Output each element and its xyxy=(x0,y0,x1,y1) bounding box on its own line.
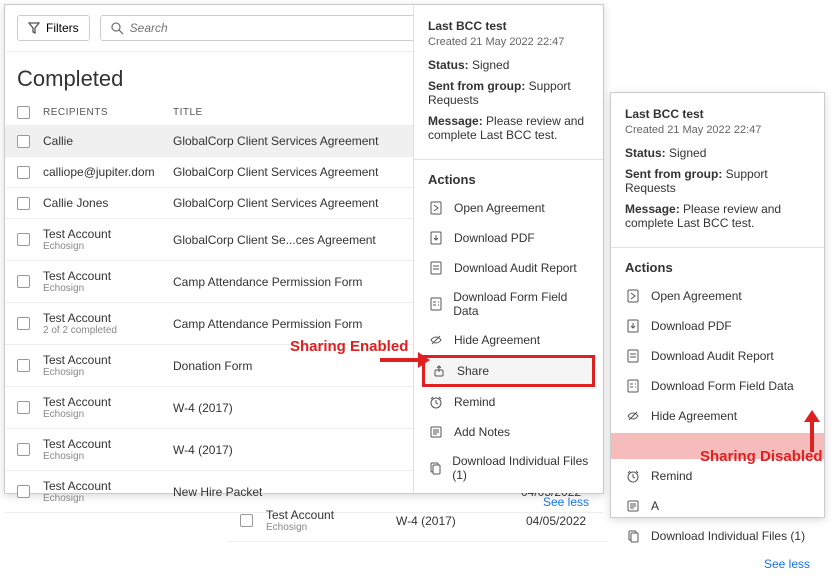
search-icon xyxy=(111,22,124,35)
created-date: Created 21 May 2022 22:47 xyxy=(625,124,810,136)
hide-icon xyxy=(428,332,444,348)
files-icon xyxy=(625,528,641,544)
download-pdf-icon xyxy=(625,318,641,334)
context-header: Last BCC test Created 21 May 2022 22:47 … xyxy=(414,5,603,160)
actions-heading: Actions xyxy=(611,248,824,281)
row-checkbox[interactable] xyxy=(17,197,30,210)
audit-report-icon xyxy=(428,260,444,276)
remind-icon xyxy=(428,394,444,410)
action-open[interactable]: Open Agreement xyxy=(611,281,824,311)
action-remind[interactable]: Remind xyxy=(611,461,824,491)
context-panel-enabled: Last BCC test Created 21 May 2022 22:47 … xyxy=(413,5,603,493)
row-checkbox[interactable] xyxy=(17,233,30,246)
action-download-files[interactable]: Download Individual Files (1) xyxy=(611,521,824,551)
arrow-up-icon xyxy=(800,410,824,452)
open-agreement-icon xyxy=(625,288,641,304)
download-pdf-icon xyxy=(428,230,444,246)
remind-icon xyxy=(625,468,641,484)
row-checkbox[interactable] xyxy=(17,135,30,148)
open-agreement-icon xyxy=(428,200,444,216)
agreement-title: Last BCC test xyxy=(625,107,810,121)
see-less-link[interactable]: See less xyxy=(611,551,824,577)
select-all-checkbox[interactable] xyxy=(17,106,30,119)
form-data-icon xyxy=(625,378,641,394)
share-icon xyxy=(431,363,447,379)
action-download-pdf[interactable]: Download PDF xyxy=(414,223,603,253)
audit-report-icon xyxy=(625,348,641,364)
row-checkbox[interactable] xyxy=(17,359,30,372)
row-checkbox[interactable] xyxy=(17,401,30,414)
col-recipients[interactable]: RECIPIENTS xyxy=(43,107,173,118)
action-open[interactable]: Open Agreement xyxy=(414,193,603,223)
action-hide[interactable]: Hide Agreement xyxy=(414,325,603,355)
action-download-audit[interactable]: Download Audit Report xyxy=(414,253,603,283)
filters-label: Filters xyxy=(46,21,79,35)
files-icon xyxy=(428,460,442,476)
row-checkbox[interactable] xyxy=(17,443,30,456)
action-hide[interactable]: Hide Agreement xyxy=(611,401,824,431)
notes-icon xyxy=(428,424,444,440)
hide-icon xyxy=(625,408,641,424)
row-checkbox[interactable] xyxy=(17,485,30,498)
notes-icon xyxy=(625,498,641,514)
action-add-notes[interactable]: Add Notes xyxy=(414,417,603,447)
action-remind[interactable]: Remind xyxy=(414,387,603,417)
row-checkbox[interactable] xyxy=(17,166,30,179)
action-share[interactable]: Share xyxy=(422,355,595,387)
action-download-form-data[interactable]: Download Form Field Data xyxy=(414,283,603,325)
context-header: Last BCC test Created 21 May 2022 22:47 … xyxy=(611,93,824,248)
agreement-title: Last BCC test xyxy=(428,19,589,33)
table-row[interactable]: Test AccountEchosign W-4 (2017) 04/05/20… xyxy=(228,500,608,542)
action-download-form-data[interactable]: Download Form Field Data xyxy=(611,371,824,401)
action-download-pdf[interactable]: Download PDF xyxy=(611,311,824,341)
funnel-icon xyxy=(28,22,40,34)
arrow-right-icon xyxy=(380,348,430,372)
filters-button[interactable]: Filters xyxy=(17,15,90,41)
actions-heading: Actions xyxy=(414,160,603,193)
created-date: Created 21 May 2022 22:47 xyxy=(428,36,589,48)
row-checkbox[interactable] xyxy=(17,275,30,288)
action-download-files[interactable]: Download Individual Files (1) xyxy=(414,447,603,489)
row-checkbox[interactable] xyxy=(240,514,253,527)
action-add-notes[interactable]: A xyxy=(611,491,824,521)
main-panel: Filters i Completed RECIPIENTS TITLE MOD… xyxy=(4,4,604,494)
form-data-icon xyxy=(428,296,443,312)
action-download-audit[interactable]: Download Audit Report xyxy=(611,341,824,371)
row-checkbox[interactable] xyxy=(17,317,30,330)
